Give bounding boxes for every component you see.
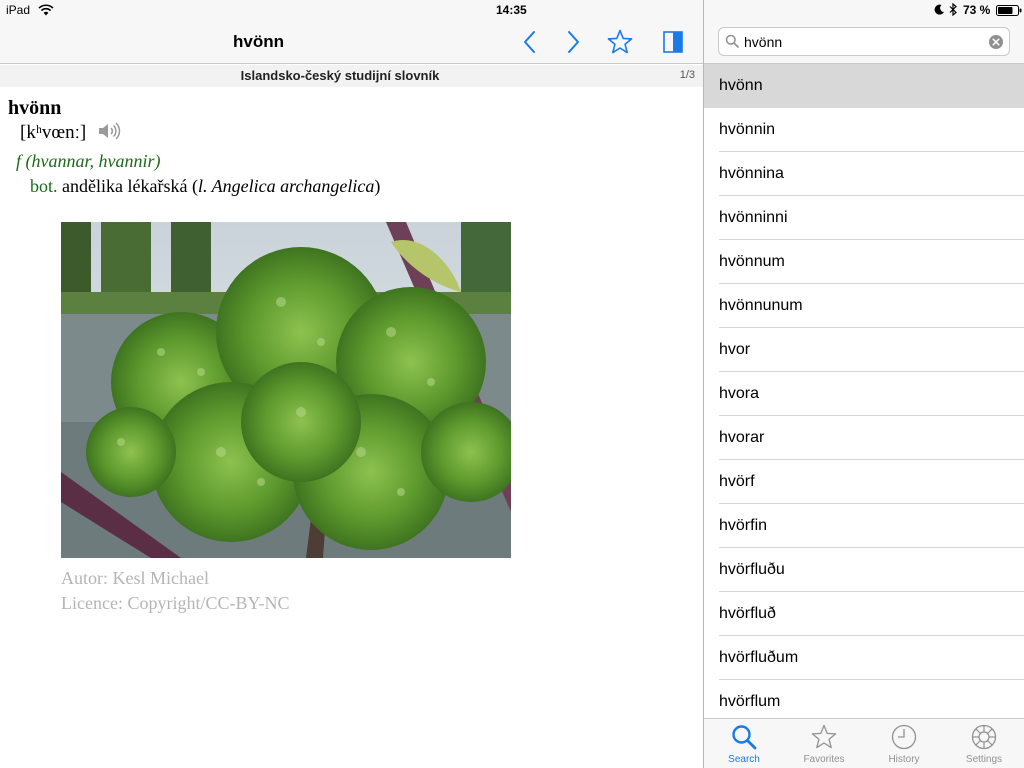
photo-author: Autor: Kesl Michael <box>61 568 209 588</box>
status-bar-right: 73 % <box>704 0 1024 20</box>
search-input[interactable] <box>744 31 984 52</box>
clock-icon <box>891 724 917 750</box>
result-item[interactable]: hvor <box>704 328 1024 372</box>
battery-icon <box>996 5 1022 19</box>
photo-credit: Autor: Kesl Michael Licence: Copyright/C… <box>61 566 289 616</box>
speaker-icon[interactable] <box>97 121 121 149</box>
page-title: hvönn <box>233 32 284 51</box>
result-item[interactable]: hvörf <box>704 460 1024 504</box>
search-box[interactable] <box>718 27 1010 56</box>
moon-icon <box>934 4 945 18</box>
dictionary-header: Islandsko-český studijní slovník 1/3 <box>0 65 703 87</box>
domain-label: bot. <box>30 176 58 196</box>
headword: hvönn <box>8 97 62 119</box>
tab-search-label: Search <box>728 754 760 765</box>
tab-settings[interactable]: Settings <box>944 719 1024 768</box>
star-outline-icon <box>811 724 837 749</box>
result-item[interactable]: hvörfluðum <box>704 636 1024 680</box>
bluetooth-icon <box>949 2 957 19</box>
chevron-left-icon[interactable] <box>516 28 544 56</box>
page-indicator: 1/3 <box>679 69 695 81</box>
entry-photo[interactable] <box>61 222 511 558</box>
result-item[interactable]: hvörfluð <box>704 592 1024 636</box>
pronunciation: [kʰvœnː] <box>20 122 87 143</box>
dictionary-entry: hvönn [kʰvœnː] f (hvannar, hvannir) bot.… <box>8 96 688 199</box>
status-bar: iPad 14:35 <box>0 0 703 20</box>
gear-icon <box>971 724 997 750</box>
result-item[interactable]: hvönnina <box>704 152 1024 196</box>
result-item[interactable]: hvörfin <box>704 504 1024 548</box>
sidebar-toggle-icon[interactable] <box>660 28 688 56</box>
result-item[interactable]: hvönn <box>704 64 1024 108</box>
star-icon[interactable] <box>606 28 634 56</box>
latin-name: l. Angelica archangelica <box>197 176 375 196</box>
entry-pane: iPad 14:35 hvönn Islandsko-český studijn… <box>0 0 703 768</box>
grammar-info: f (hvannar, hvannir) <box>16 151 161 171</box>
wifi-icon <box>38 4 54 19</box>
device-name: iPad <box>6 3 31 17</box>
result-item[interactable]: hvora <box>704 372 1024 416</box>
navigation-bar: hvönn <box>0 20 703 64</box>
angelica-photo-illustration <box>61 222 511 558</box>
search-icon <box>732 725 757 750</box>
tab-history[interactable]: History <box>864 719 944 768</box>
results-list: hvönn hvönnin hvönnina hvönninni hvönnum hvön… <box>704 64 1024 718</box>
battery-percentage: 73 % <box>963 3 991 17</box>
result-item[interactable]: hvönninni <box>704 196 1024 240</box>
search-icon <box>725 34 739 53</box>
dictionary-name: Islandsko-český studijní slovník <box>240 68 440 83</box>
result-item[interactable]: hvönnin <box>704 108 1024 152</box>
pronunciation-line: [kʰvœnː] <box>20 120 688 149</box>
result-item[interactable]: hvönnum <box>704 240 1024 284</box>
translation: andělika lékařská <box>62 176 188 196</box>
tab-favorites[interactable]: Favorites <box>784 719 864 768</box>
chevron-right-icon[interactable] <box>559 28 587 56</box>
photo-license: Licence: Copyright/CC-BY-NC <box>61 593 290 613</box>
tab-bar: Search Favorites History Settings <box>704 718 1024 768</box>
clock: 14:35 <box>496 3 527 17</box>
sense: bot. andělika lékařská (l. Angelica arch… <box>30 173 688 199</box>
result-item[interactable]: hvörflum <box>704 680 1024 718</box>
tab-history-label: History <box>888 754 920 765</box>
tab-search[interactable]: Search <box>704 719 784 768</box>
result-item[interactable]: hvörfluðu <box>704 548 1024 592</box>
search-bar-area <box>704 20 1024 64</box>
result-item[interactable]: hvorar <box>704 416 1024 460</box>
tab-favorites-label: Favorites <box>803 754 845 765</box>
result-item[interactable]: hvönnunum <box>704 284 1024 328</box>
latin-close-paren: ) <box>374 176 381 196</box>
clear-search-icon[interactable] <box>988 34 1004 55</box>
tab-settings-label: Settings <box>965 754 1003 765</box>
search-pane: 73 % hvönnhvönninhvönninahvönninnihvönnu… <box>704 0 1024 768</box>
